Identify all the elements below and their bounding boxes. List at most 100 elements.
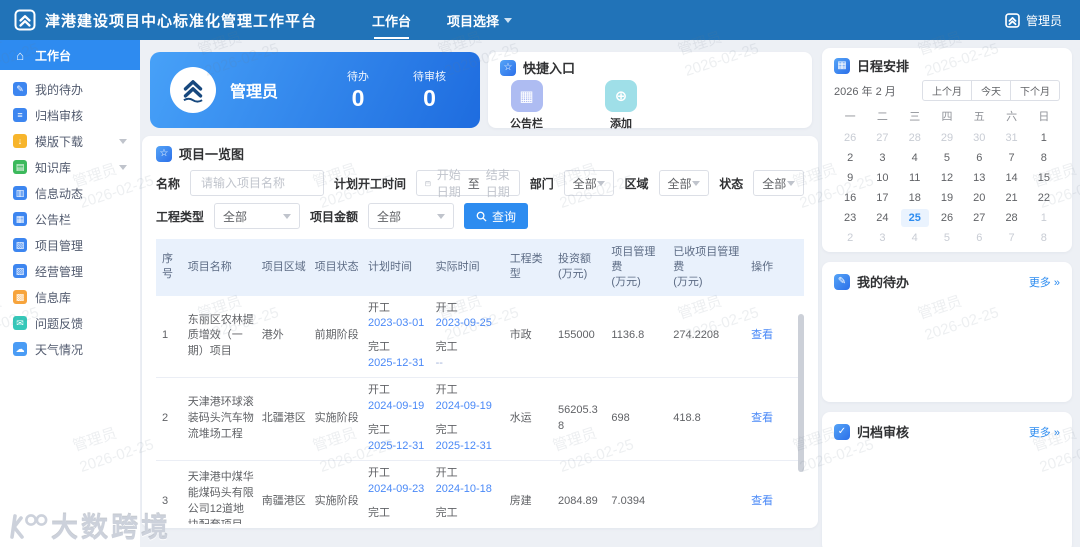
prev-month-button[interactable]: 上个月 [922, 80, 972, 101]
project-name-input[interactable] [199, 175, 316, 191]
end-date-label: 完工 [435, 424, 458, 437]
calendar-day[interactable]: 5 [933, 149, 961, 167]
today-button[interactable]: 今天 [972, 80, 1011, 101]
chevron-down-icon [119, 138, 127, 144]
region-select[interactable]: 全部 [658, 170, 710, 196]
sidebar-item-3[interactable]: ≡ 归档审核 [0, 102, 140, 128]
sidebar-item-9[interactable]: ▨ 经营管理 [0, 258, 140, 284]
calendar-day[interactable]: 29 [933, 129, 961, 147]
sidebar-item-1[interactable]: ⌂ 工作台 [0, 40, 140, 70]
start-date-value[interactable]: 2024-10-18 [436, 482, 502, 498]
calendar-day[interactable]: 28 [997, 209, 1025, 227]
sidebar-item-12[interactable]: ☁ 天气情况 [0, 336, 140, 362]
calendar-day[interactable]: 24 [868, 209, 896, 227]
calendar-day[interactable]: 31 [997, 129, 1025, 147]
sidebar-item-10[interactable]: ▩ 信息库 [0, 284, 140, 310]
calendar-day[interactable]: 27 [868, 129, 896, 147]
dept-filter-label: 部门 [529, 176, 554, 191]
calendar-day[interactable]: 11 [901, 169, 929, 187]
calendar-day[interactable]: 12 [933, 169, 961, 187]
status-select[interactable]: 全部 [753, 170, 804, 196]
calendar-day[interactable]: 4 [901, 229, 929, 247]
start-date-value[interactable]: 2023-09-25 [436, 316, 502, 332]
start-date-value[interactable]: 2024-09-19 [368, 399, 428, 415]
quick-entry-item-2[interactable]: ⊕ 添加 [605, 80, 637, 131]
view-link[interactable]: 查看 [751, 412, 773, 424]
investment-amount: 56205.38 [557, 404, 598, 433]
calendar-day[interactable]: 3 [868, 149, 896, 167]
calendar-day[interactable]: 27 [965, 209, 993, 227]
quick-entry-title: 快捷入口 [523, 61, 576, 76]
calendar-day[interactable]: 19 [933, 189, 961, 207]
calendar-day[interactable]: 15 [1030, 169, 1058, 187]
calendar-day[interactable]: 5 [933, 229, 961, 247]
sidebar-item-11[interactable]: ✉ 问题反馈 [0, 310, 140, 336]
calendar-day[interactable]: 10 [868, 169, 896, 187]
calendar-day[interactable]: 7 [997, 149, 1025, 167]
sidebar-item-2[interactable]: ✎ 我的待办 [0, 76, 140, 102]
calendar-day[interactable]: 20 [965, 189, 993, 207]
search-button[interactable]: 查询 [464, 203, 529, 229]
view-link[interactable]: 查看 [751, 329, 773, 341]
calendar-day[interactable]: 18 [901, 189, 929, 207]
calendar-day[interactable]: 1 [1030, 209, 1058, 227]
calendar-day[interactable]: 7 [997, 229, 1025, 247]
end-date-value[interactable]: 2025-12-31 [368, 356, 428, 372]
quick-entry-item-1[interactable]: ▦ 公告栏 [510, 80, 543, 131]
sidebar-item-5[interactable]: ▤ 知识库 [0, 154, 140, 180]
calendar-day[interactable]: 4 [901, 149, 929, 167]
view-link[interactable]: 查看 [751, 495, 773, 507]
table-header: 序号 项目名称 项目区域 项目状态 计划时间 实际时间 工程类型 投资额 (万元) 项目管理费 (万… [156, 239, 804, 296]
calendar-day[interactable]: 17 [868, 189, 896, 207]
dept-select[interactable]: 全部 [563, 170, 615, 196]
calendar-day[interactable]: 2 [836, 229, 864, 247]
calendar-day[interactable]: 6 [965, 229, 993, 247]
top-tab-1[interactable]: 工作台 [372, 11, 411, 39]
sidebar-item-8[interactable]: ▧ 项目管理 [0, 232, 140, 258]
calendar-day-today[interactable]: 25 [900, 209, 929, 227]
sidebar-item-7[interactable]: ▦ 公告栏 [0, 206, 140, 232]
date-range-input[interactable]: 开始日期 至 结束日期 [416, 168, 520, 199]
calendar-day[interactable]: 8 [1030, 149, 1058, 167]
calendar-day[interactable]: 14 [997, 169, 1025, 187]
sidebar-item-6[interactable]: ▥ 信息动态 [0, 180, 140, 206]
sidebar-item-4[interactable]: ↓ 模版下载 [0, 128, 140, 154]
review-stat[interactable]: 待审核 0 [413, 68, 446, 112]
next-month-button[interactable]: 下个月 [1011, 80, 1060, 101]
start-date-value[interactable]: 2024-09-19 [436, 399, 502, 415]
archive-more-link[interactable]: 更多 » [1029, 424, 1060, 440]
calendar-day[interactable]: 26 [933, 209, 961, 227]
table-scrollbar[interactable] [798, 313, 804, 472]
table-row: 1 东丽区农林提质增效（一期）项目 港外 前期阶段 开工 2023-03-01 完工 2025… [156, 296, 804, 379]
end-date-value[interactable]: 2024-12-31 [436, 522, 502, 524]
column-header-sub: (万元) [557, 268, 588, 281]
type-select[interactable]: 全部 [214, 203, 301, 229]
top-tab-2[interactable]: 项目选择 [447, 11, 513, 30]
start-date-value[interactable]: 2023-03-01 [368, 316, 428, 332]
calendar-day[interactable]: 22 [1030, 189, 1058, 207]
start-date-value[interactable]: 2024-09-23 [368, 482, 428, 498]
end-date-placeholder[interactable]: 结束日期 [486, 166, 511, 200]
calendar-day[interactable]: 8 [1030, 229, 1058, 247]
calendar-day[interactable]: 26 [836, 129, 864, 147]
calendar-day[interactable]: 16 [836, 189, 864, 207]
calendar-day[interactable]: 23 [836, 209, 864, 227]
calendar-day[interactable]: 13 [965, 169, 993, 187]
calendar-day[interactable]: 30 [965, 129, 993, 147]
todo-stat[interactable]: 待办 0 [347, 68, 369, 112]
start-date-placeholder[interactable]: 开始日期 [437, 166, 462, 200]
topbar-user[interactable]: 管理员 [1005, 12, 1080, 29]
calendar-day[interactable]: 28 [901, 129, 929, 147]
calendar-day[interactable]: 21 [997, 189, 1025, 207]
chevron-down-icon [692, 180, 701, 186]
amount-select[interactable]: 全部 [368, 203, 455, 229]
end-date-value[interactable]: 2024-12-31 [368, 522, 428, 524]
calendar-day[interactable]: 6 [965, 149, 993, 167]
calendar-day[interactable]: 3 [868, 229, 896, 247]
end-date-value[interactable]: 2025-12-31 [368, 439, 428, 455]
calendar-day[interactable]: 2 [836, 149, 864, 167]
calendar-day[interactable]: 1 [1030, 129, 1058, 147]
end-date-value[interactable]: 2025-12-31 [436, 439, 502, 455]
calendar-day[interactable]: 9 [836, 169, 864, 187]
todo-more-link[interactable]: 更多 » [1029, 274, 1060, 290]
